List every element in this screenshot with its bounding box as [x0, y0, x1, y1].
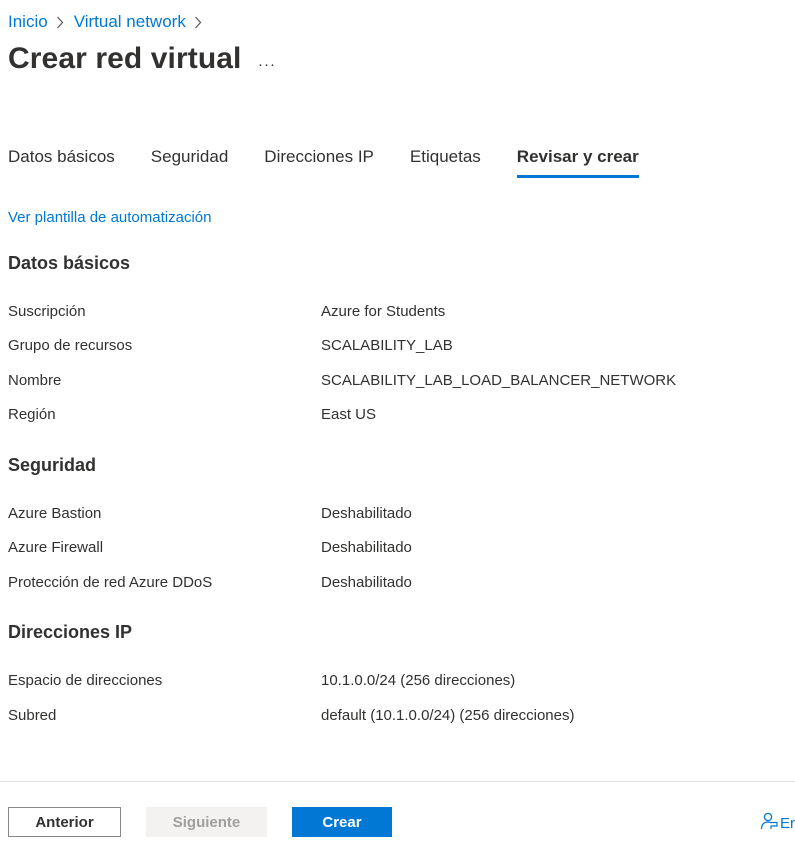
summary-row: Grupo de recursos SCALABILITY_LAB [8, 337, 788, 359]
row-label: Subred [8, 707, 57, 724]
row-value: SCALABILITY_LAB_LOAD_BALANCER_NETWORK [321, 372, 677, 389]
chevron-right-icon [56, 15, 66, 29]
row-value: Deshabilitado [321, 574, 412, 591]
feedback-link[interactable]: Er [760, 812, 795, 834]
row-label: Espacio de direcciones [8, 672, 163, 689]
breadcrumb-inicio[interactable]: Inicio [8, 12, 48, 32]
row-value: 10.1.0.0/24 (256 direcciones) [321, 672, 516, 689]
footer-divider [0, 781, 795, 782]
row-label: Azure Firewall [8, 539, 104, 556]
summary-row: Región East US [8, 406, 788, 428]
more-options-button[interactable]: ··· [258, 56, 276, 73]
automation-template-link[interactable]: Ver plantilla de automatización [8, 209, 211, 226]
row-label: Azure Bastion [8, 505, 102, 522]
summary-row: Protección de red Azure DDoS Deshabilita… [8, 574, 788, 596]
chevron-right-icon [194, 15, 204, 29]
row-value: Azure for Students [321, 303, 446, 320]
page-title: Crear red virtual [8, 42, 242, 75]
feedback-person-icon [760, 812, 780, 834]
row-label: Protección de red Azure DDoS [8, 574, 213, 591]
row-value: SCALABILITY_LAB [321, 337, 453, 354]
tab-seguridad[interactable]: Seguridad [151, 142, 229, 178]
tab-datos-basicos[interactable]: Datos básicos [8, 142, 115, 178]
row-label: Grupo de recursos [8, 337, 133, 354]
tab-revisar-y-crear[interactable]: Revisar y crear [516, 142, 639, 178]
create-button[interactable]: Crear [292, 807, 392, 837]
summary-row: Espacio de direcciones 10.1.0.0/24 (256 … [8, 672, 788, 694]
row-label: Región [8, 406, 56, 423]
next-button[interactable]: Siguiente [146, 807, 267, 837]
row-label: Suscripción [8, 303, 86, 320]
breadcrumb: Inicio Virtual network [8, 10, 212, 34]
summary-row: Nombre SCALABILITY_LAB_LOAD_BALANCER_NET… [8, 372, 788, 394]
section-title-basics: Datos básicos [8, 253, 131, 273]
summary-row: Subred default (10.1.0.0/24) (256 direcc… [8, 707, 788, 729]
feedback-label: Er [780, 814, 795, 832]
previous-button[interactable]: Anterior [8, 807, 121, 837]
breadcrumb-virtual-network[interactable]: Virtual network [74, 12, 186, 32]
summary-row: Azure Bastion Deshabilitado [8, 505, 788, 527]
row-label: Nombre [8, 372, 62, 389]
row-value: East US [321, 406, 377, 423]
summary-row: Azure Firewall Deshabilitado [8, 539, 788, 561]
tab-direcciones-ip[interactable]: Direcciones IP [264, 142, 374, 178]
row-value: default (10.1.0.0/24) (256 direcciones) [321, 707, 575, 724]
row-value: Deshabilitado [321, 505, 412, 522]
tab-etiquetas[interactable]: Etiquetas [410, 142, 481, 178]
wizard-tabs: Datos básicos Seguridad Direcciones IP E… [8, 142, 639, 180]
row-value: Deshabilitado [321, 539, 412, 556]
section-title-ip: Direcciones IP [8, 622, 133, 642]
summary-row: Suscripción Azure for Students [8, 303, 788, 325]
section-title-security: Seguridad [8, 455, 97, 475]
